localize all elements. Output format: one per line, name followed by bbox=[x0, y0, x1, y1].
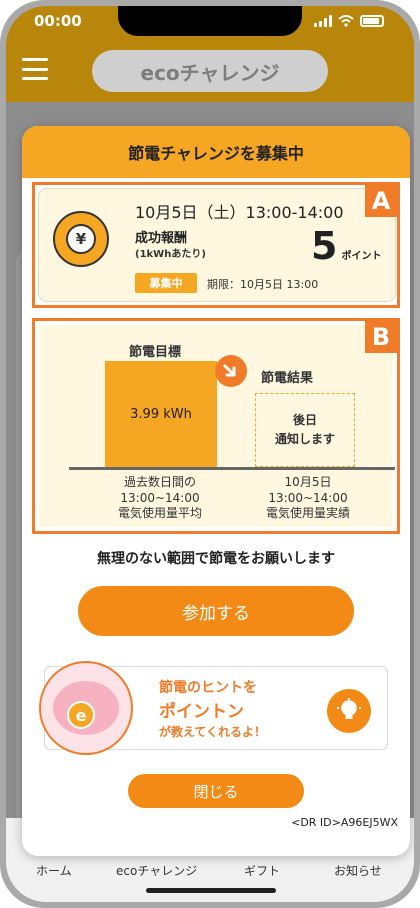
modal-title: 節電チャレンジを募集中 bbox=[22, 126, 410, 178]
pig-mascot-icon: e bbox=[39, 661, 133, 755]
caption-right-line: 10月5日 bbox=[284, 475, 332, 489]
signal-icon bbox=[314, 15, 332, 27]
challenge-datetime: 10月5日（土）13:00-14:00 bbox=[135, 203, 344, 222]
goal-panel: 節電目標 3.99 kWh 節電結果 後日 通知します 過去数日間の 13:00… bbox=[39, 325, 395, 527]
section-tag-a: A bbox=[365, 185, 397, 217]
chart-baseline bbox=[69, 467, 395, 470]
target-bar: 3.99 kWh bbox=[105, 361, 217, 467]
caption-right-line: 電気使用量実績 bbox=[265, 506, 350, 521]
nav-item-news[interactable]: お知らせ bbox=[334, 862, 382, 879]
section-a-reward: ¥ 10月5日（土）13:00-14:00 成功報酬 (1kWhあたり) 5 ポ… bbox=[32, 182, 400, 308]
section-b-goal: 節電目標 3.99 kWh 節電結果 後日 通知します 過去数日間の 13:00… bbox=[32, 318, 400, 534]
app-screen: 00:00 ecoチャレンジ ホーム ecoチャレンジ ギフト お知らせ 節電チ… bbox=[6, 6, 414, 902]
menu-icon[interactable] bbox=[22, 58, 48, 80]
app-header: ecoチャレンジ bbox=[6, 42, 414, 102]
target-value: 3.99 kWh bbox=[130, 406, 192, 422]
hint-line2: ポイントン bbox=[159, 702, 244, 722]
caption-left-line: 電気使用量平均 bbox=[117, 506, 202, 521]
points-unit: ポイント bbox=[341, 251, 382, 262]
reward-card: ¥ 10月5日（土）13:00-14:00 成功報酬 (1kWhあたり) 5 ポ… bbox=[39, 189, 395, 301]
nav-item-eco-challenge[interactable]: ecoチャレンジ bbox=[116, 862, 197, 879]
notch bbox=[118, 6, 302, 36]
close-button[interactable]: 閉じる bbox=[128, 774, 304, 808]
arrow-down-right-icon bbox=[215, 355, 247, 387]
request-text: 無理のない範囲で節電をお願いします bbox=[97, 551, 335, 567]
hint-banner[interactable]: e 節電のヒントを ポイントン が教えてくれるよ！ bbox=[39, 661, 388, 755]
result-label: 節電結果 bbox=[261, 371, 314, 386]
reward-label: 成功報酬 bbox=[135, 231, 188, 246]
reward-sub-label: (1kWhあたり) bbox=[135, 249, 206, 260]
caption-right-line: 13:00~14:00 bbox=[268, 490, 348, 505]
status-badge: 募集中 bbox=[135, 273, 197, 293]
battery-icon bbox=[360, 15, 384, 27]
status-time: 00:00 bbox=[34, 12, 82, 30]
section-tag-b: B bbox=[365, 321, 397, 353]
hint-line3: が教えてくれるよ！ bbox=[159, 725, 267, 739]
deadline-text: 期限：10月5日 13:00 bbox=[207, 278, 319, 291]
target-label: 節電目標 bbox=[129, 345, 182, 360]
caption-right: 10月5日 13:00~14:00 電気使用量実績 bbox=[233, 475, 383, 522]
challenge-modal: 節電チャレンジを募集中 ¥ 10月5日（土）13:00-14:00 成功報酬 (… bbox=[22, 126, 410, 856]
pending-line1: 後日 bbox=[292, 412, 317, 427]
status-icons bbox=[314, 15, 384, 27]
join-button[interactable]: 参加する bbox=[78, 586, 354, 636]
hint-line1: 節電のヒントを bbox=[159, 680, 257, 696]
wifi-icon bbox=[338, 15, 354, 27]
reward-points: 5 ポイント bbox=[311, 227, 381, 265]
eco-coin-icon: e bbox=[67, 701, 95, 729]
pending-line2: 通知します bbox=[274, 432, 335, 446]
lightbulb-icon bbox=[327, 689, 371, 733]
header-title: ecoチャレンジ bbox=[92, 50, 328, 92]
caption-left-line: 過去数日間の bbox=[123, 475, 196, 489]
nav-item-home[interactable]: ホーム bbox=[36, 862, 72, 879]
nav-item-gift[interactable]: ギフト bbox=[244, 862, 280, 879]
points-value: 5 bbox=[311, 224, 338, 268]
coin-bulb-icon: ¥ bbox=[53, 211, 109, 267]
yen-icon: ¥ bbox=[66, 224, 96, 254]
caption-left-line: 13:00~14:00 bbox=[120, 490, 200, 505]
caption-left: 過去数日間の 13:00~14:00 電気使用量平均 bbox=[85, 475, 235, 522]
home-indicator bbox=[146, 888, 276, 893]
result-pending-box: 後日 通知します bbox=[255, 393, 355, 467]
dr-id-text: <DR ID>A96EJ5WX bbox=[291, 816, 398, 829]
phone-frame: 00:00 ecoチャレンジ ホーム ecoチャレンジ ギフト お知らせ 節電チ… bbox=[0, 0, 420, 908]
